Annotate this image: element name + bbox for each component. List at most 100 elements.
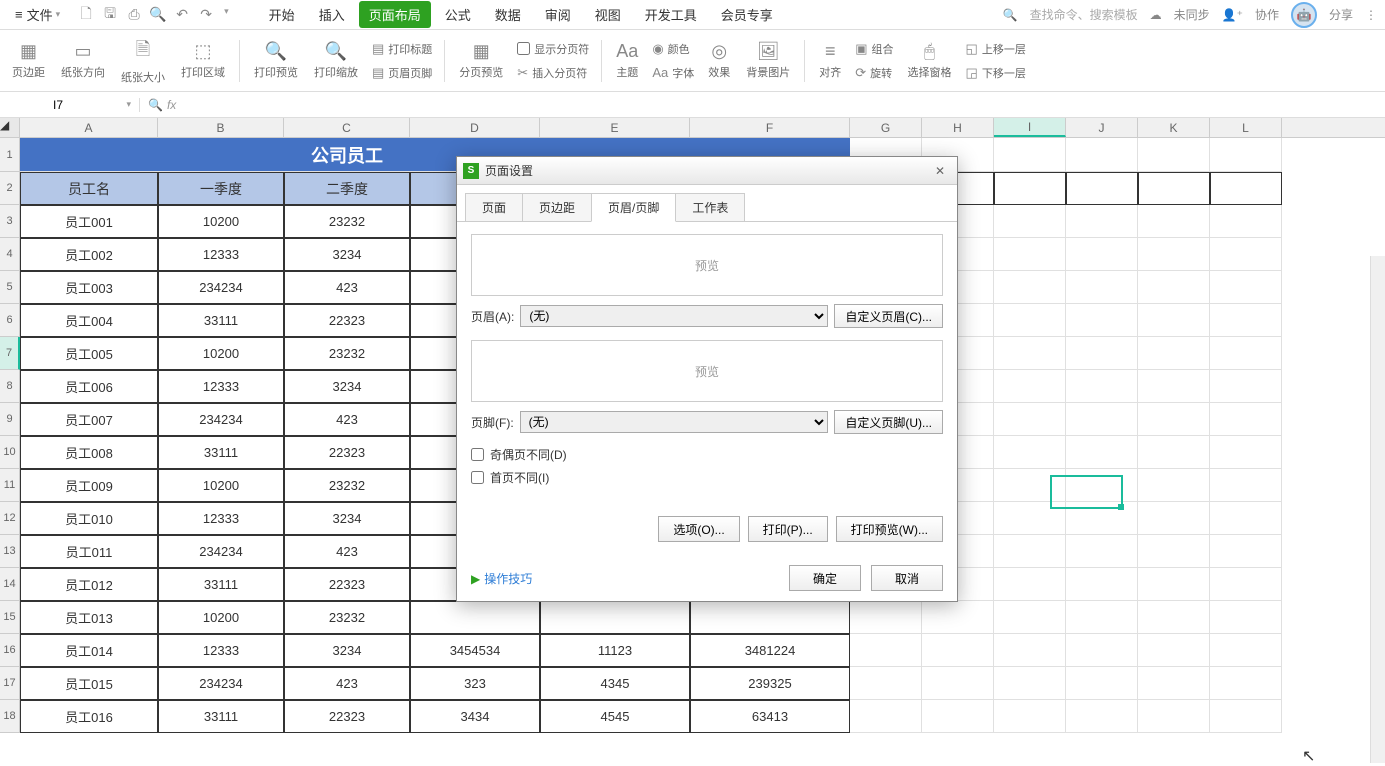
cell[interactable] [1138,370,1210,403]
cell[interactable]: 员工002 [20,238,158,271]
cell[interactable] [994,700,1066,733]
column-header[interactable]: C [284,118,410,137]
cell[interactable]: 员工010 [20,502,158,535]
save-icon[interactable]: 🖫 [101,6,119,24]
cell[interactable] [1138,535,1210,568]
cell[interactable] [1138,238,1210,271]
cell[interactable] [1210,403,1282,436]
cell[interactable] [850,667,922,700]
cell[interactable]: 23232 [284,205,410,238]
column-header[interactable]: B [158,118,284,137]
cell[interactable] [1066,700,1138,733]
cell[interactable]: 员工012 [20,568,158,601]
undo-icon[interactable]: ↶ [173,6,191,24]
column-header[interactable]: H [922,118,994,137]
cell[interactable] [994,337,1066,370]
cell[interactable]: 员工007 [20,403,158,436]
cell[interactable] [1210,568,1282,601]
cell[interactable]: 33111 [158,568,284,601]
row-header[interactable]: 18 [0,700,20,733]
cell[interactable]: 员工009 [20,469,158,502]
cell[interactable] [1066,370,1138,403]
cell[interactable]: 63413 [690,700,850,733]
cell[interactable]: 22323 [284,700,410,733]
cell[interactable]: 4345 [540,667,690,700]
cell[interactable]: 员工011 [20,535,158,568]
cell[interactable]: 423 [284,535,410,568]
cell[interactable] [1210,138,1282,172]
cell[interactable]: 3234 [284,634,410,667]
cell[interactable]: 234234 [158,271,284,304]
cell[interactable] [1138,568,1210,601]
ok-button[interactable]: 确定 [789,565,861,591]
row-header[interactable]: 4 [0,238,20,271]
cell[interactable]: 22323 [284,568,410,601]
preview-icon[interactable]: 🔍 [149,6,167,24]
cell[interactable]: 323 [410,667,540,700]
column-header[interactable]: G [850,118,922,137]
print-preview-button[interactable]: 打印预览(W)... [836,516,943,542]
avatar[interactable]: 🤖 [1291,2,1317,28]
collab-label[interactable]: 协作 [1255,6,1279,23]
cell[interactable] [1066,337,1138,370]
cell[interactable] [850,634,922,667]
cell[interactable] [994,370,1066,403]
bring-forward-button[interactable]: ◱上移一层 [962,39,1030,59]
cell[interactable] [1210,535,1282,568]
cell[interactable] [994,138,1066,172]
close-icon[interactable]: ✕ [929,164,951,178]
cell[interactable]: 423 [284,271,410,304]
row-header[interactable]: 16 [0,634,20,667]
show-breaks-check[interactable]: 显示分页符 [513,39,593,59]
cell[interactable] [1138,304,1210,337]
cell[interactable]: 23232 [284,469,410,502]
custom-footer-button[interactable]: 自定义页脚(U)... [834,410,943,434]
cell[interactable] [994,403,1066,436]
font-button[interactable]: Aa字体 [648,63,698,83]
cell[interactable] [1210,601,1282,634]
cell[interactable] [1066,138,1138,172]
cell[interactable]: 员工005 [20,337,158,370]
cell[interactable]: 3234 [284,238,410,271]
cell[interactable] [1210,304,1282,337]
header-footer-button[interactable]: ▤页眉页脚 [368,63,436,83]
cell[interactable]: 员工001 [20,205,158,238]
dialog-tab-margins[interactable]: 页边距 [522,193,592,222]
cell[interactable]: 10200 [158,337,284,370]
send-backward-button[interactable]: ◲下移一层 [962,63,1030,83]
chevron-down-icon[interactable]: ▾ [126,99,131,110]
column-header[interactable]: D [410,118,540,137]
cell[interactable]: 员工014 [20,634,158,667]
cell[interactable] [20,138,158,172]
cell[interactable] [1066,304,1138,337]
cell[interactable]: 一季度 [158,172,284,205]
row-header[interactable]: 1 [0,138,20,172]
cell[interactable] [1066,172,1138,205]
row-header[interactable]: 12 [0,502,20,535]
dialog-tab-headerfooter[interactable]: 页眉/页脚 [591,193,676,222]
cell[interactable] [158,138,284,172]
cell[interactable] [1066,469,1138,502]
cell[interactable] [922,667,994,700]
options-button[interactable]: 选项(O)... [658,516,739,542]
cell[interactable]: 员工003 [20,271,158,304]
cell[interactable] [1138,469,1210,502]
cell[interactable]: 423 [284,667,410,700]
dialog-tab-sheet[interactable]: 工作表 [675,193,745,222]
print-icon[interactable]: ⎙ [125,6,143,24]
cell[interactable] [994,568,1066,601]
cell[interactable] [994,172,1066,205]
cell[interactable]: 10200 [158,205,284,238]
cell[interactable] [850,601,922,634]
cell[interactable] [1066,502,1138,535]
cell[interactable]: 33111 [158,700,284,733]
search-commands[interactable]: 查找命令、搜索模板 [1030,6,1138,23]
cell[interactable]: 12333 [158,634,284,667]
cell[interactable] [1066,535,1138,568]
cell[interactable]: 员工004 [20,304,158,337]
fx-icon[interactable]: fx [167,98,176,112]
cell[interactable]: 员工015 [20,667,158,700]
custom-header-button[interactable]: 自定义页眉(C)... [834,304,943,328]
cell[interactable]: 234234 [158,667,284,700]
cell[interactable] [1210,370,1282,403]
